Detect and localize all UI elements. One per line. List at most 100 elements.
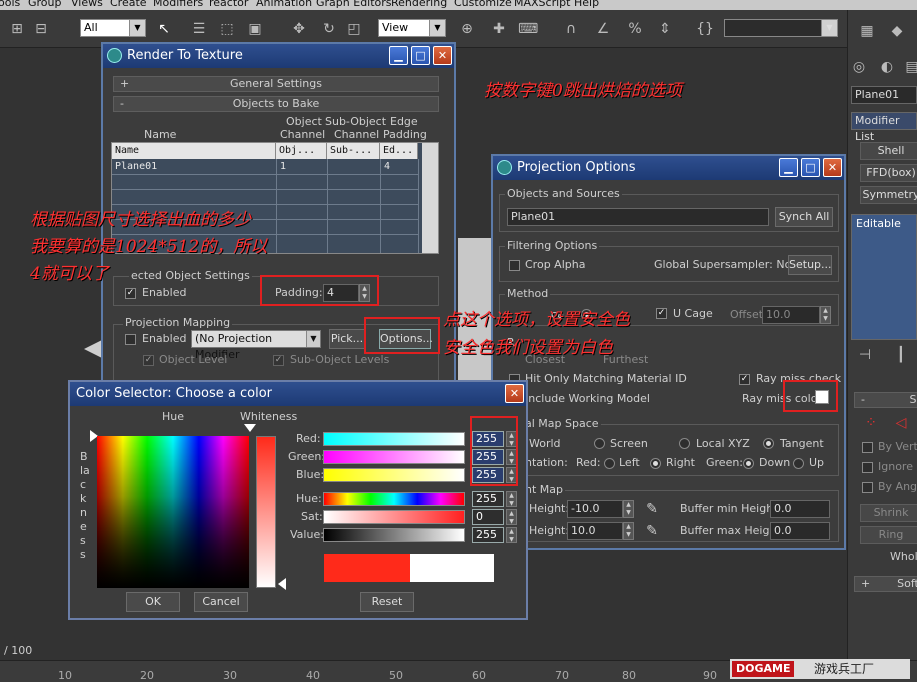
move-icon[interactable]: ✥ <box>290 20 308 38</box>
projection-object-field[interactable]: Plane01 <box>507 208 769 226</box>
pin-stack-icon[interactable]: ⊣ <box>856 346 874 364</box>
selection-filter-dropdown[interactable]: All ▼ <box>80 19 146 37</box>
edge-icon[interactable]: ◁ <box>892 414 910 432</box>
objects-to-bake-rollout[interactable]: - Objects to Bake <box>113 96 439 112</box>
red-right-radio[interactable] <box>650 458 661 469</box>
whiteness-pointer-icon[interactable] <box>244 424 256 432</box>
projection-modifier-dropdown[interactable]: (No Projection Modifier ▼ <box>191 330 321 361</box>
window-crossing-icon[interactable]: ▣ <box>246 20 264 38</box>
color-selector-titlebar[interactable]: Color Selector: Choose a color ✕ <box>70 382 526 406</box>
hue-spinner[interactable]: ▲ ▼ <box>506 491 517 507</box>
menu-rendering[interactable]: Rendering <box>391 0 447 9</box>
menu-reactor[interactable]: reactor <box>209 0 248 9</box>
keyboard-shortcut-icon[interactable]: ⌨ <box>518 20 538 38</box>
unlink-icon[interactable]: ⊟ <box>32 20 50 38</box>
value-spinner[interactable]: ▲ ▼ <box>506 527 517 543</box>
close-button[interactable]: ✕ <box>505 384 524 403</box>
offset-spinner[interactable]: ▲ ▼ <box>820 306 831 324</box>
max-height-input[interactable]: 10.0 <box>567 522 623 540</box>
whiteness-level-pointer-icon[interactable] <box>278 578 286 590</box>
menu-maxscript[interactable]: MAXScript <box>514 0 570 9</box>
value-value-input[interactable]: 255 <box>472 527 504 543</box>
red-slider[interactable] <box>323 432 465 446</box>
named-selection-icon[interactable]: {} <box>696 20 714 38</box>
minimize-button[interactable]: ▁ <box>389 46 408 65</box>
menu-group[interactable]: Group <box>28 0 62 9</box>
offset-input[interactable]: 10.0 <box>762 306 820 324</box>
percent-snap-icon[interactable]: % <box>626 20 644 38</box>
ring-button[interactable]: Ring <box>860 526 917 544</box>
min-height-input[interactable]: -10.0 <box>567 500 623 518</box>
use-cage-checkbox[interactable]: ✓ <box>656 308 667 319</box>
sat-value-input[interactable]: 0 <box>472 509 504 525</box>
screen-radio[interactable] <box>594 438 605 449</box>
menu-modifiers[interactable]: Modifiers <box>153 0 203 9</box>
angle-snap-icon[interactable]: ∠ <box>594 20 612 38</box>
ignore-backfacing-checkbox[interactable] <box>862 462 873 473</box>
hierarchy-tab-icon[interactable]: ▤ <box>903 58 917 76</box>
modifier-list-dropdown[interactable]: Modifier List <box>851 112 917 143</box>
buffer-min-height-input[interactable]: 0.0 <box>770 500 830 518</box>
menu-graph-editors[interactable]: Graph Editors <box>316 0 392 9</box>
pivot-icon[interactable]: ⊕ <box>458 20 476 38</box>
pick-min-height-icon[interactable]: ✎ <box>643 500 661 518</box>
table-row[interactable]: Plane01 1 4 <box>112 160 418 174</box>
sat-spinner[interactable]: ▲ ▼ <box>506 509 517 525</box>
max-height-spinner[interactable]: ▲ ▼ <box>623 522 634 540</box>
menu-customize[interactable]: Customize <box>454 0 512 9</box>
menu-help[interactable]: Help <box>574 0 599 9</box>
reset-button[interactable]: Reset <box>360 592 414 612</box>
green-up-radio[interactable] <box>793 458 804 469</box>
menu-create[interactable]: Create <box>110 0 147 9</box>
value-slider[interactable] <box>323 528 465 542</box>
whiteness-bar[interactable] <box>256 436 276 588</box>
green-down-radio[interactable] <box>743 458 754 469</box>
blue-slider[interactable] <box>323 468 465 482</box>
rotate-icon[interactable]: ↻ <box>320 20 338 38</box>
shrink-button[interactable]: Shrink <box>860 504 917 522</box>
close-button[interactable]: ✕ <box>823 158 842 177</box>
modifier-stack[interactable]: Editable <box>851 214 917 340</box>
green-slider[interactable] <box>323 450 465 464</box>
named-selection-dropdown[interactable]: ▼ <box>724 19 838 37</box>
scale-icon[interactable]: ◰ <box>345 20 363 38</box>
menu-views[interactable]: Views <box>71 0 103 9</box>
stack-item-editable[interactable]: Editable <box>856 217 901 230</box>
hue-blackness-picker[interactable] <box>97 436 249 588</box>
ray-miss-check-checkbox[interactable]: ✓ <box>739 374 750 385</box>
create-tab-icon[interactable]: ◎ <box>850 58 868 76</box>
select-manipulate-icon[interactable]: ✚ <box>490 20 508 38</box>
projection-enabled-checkbox[interactable] <box>125 334 136 345</box>
spinner-snap-icon[interactable]: ⇕ <box>656 20 674 38</box>
ffd-box-modifier-button[interactable]: FFD(box) <box>860 164 917 182</box>
selection-rollout[interactable]: -S <box>854 392 917 408</box>
material-editor-icon[interactable]: ◆ <box>888 22 906 40</box>
maximize-button[interactable]: □ <box>801 158 820 177</box>
sub-object-levels-checkbox[interactable]: ✓ <box>273 355 284 366</box>
setup-button[interactable]: Setup... <box>788 255 832 275</box>
table-header-obj[interactable]: Obj... <box>276 143 327 159</box>
synch-all-button[interactable]: Synch All <box>775 207 833 227</box>
select-by-name-icon[interactable]: ☰ <box>190 20 208 38</box>
symmetry-modifier-button[interactable]: Symmetry <box>860 186 917 204</box>
pick-button[interactable]: Pick... <box>329 329 365 349</box>
projection-options-titlebar[interactable]: Projection Options ▁ □ ✕ <box>493 156 844 180</box>
selected-enabled-checkbox[interactable]: ✓ <box>125 288 136 299</box>
table-header-name[interactable]: Name <box>112 143 276 159</box>
snap-icon[interactable]: ∩ <box>562 20 580 38</box>
timeline[interactable]: / 100 10 20 30 40 50 60 70 80 90 DOGAME … <box>0 644 917 682</box>
hue-value-input[interactable]: 255 <box>472 491 504 507</box>
general-settings-rollout[interactable]: + General Settings <box>113 76 439 92</box>
modify-tab-icon[interactable]: ◐ <box>878 58 896 76</box>
select-icon[interactable]: ↖ <box>155 20 173 38</box>
render-setup-icon[interactable]: ▦ <box>858 22 876 40</box>
table-header-ed[interactable]: Ed... <box>380 143 418 159</box>
render-to-texture-titlebar[interactable]: Render To Texture ▁ □ ✕ <box>103 44 454 68</box>
minimize-button[interactable]: ▁ <box>779 158 798 177</box>
vertex-icon[interactable]: ⁘ <box>862 414 880 432</box>
tangent-radio[interactable] <box>763 438 774 449</box>
menu-tools[interactable]: ools <box>0 0 20 9</box>
close-button[interactable]: ✕ <box>433 46 452 65</box>
object-name-field[interactable]: Plane01 <box>851 86 917 104</box>
table-header-sub[interactable]: Sub-... <box>327 143 380 159</box>
